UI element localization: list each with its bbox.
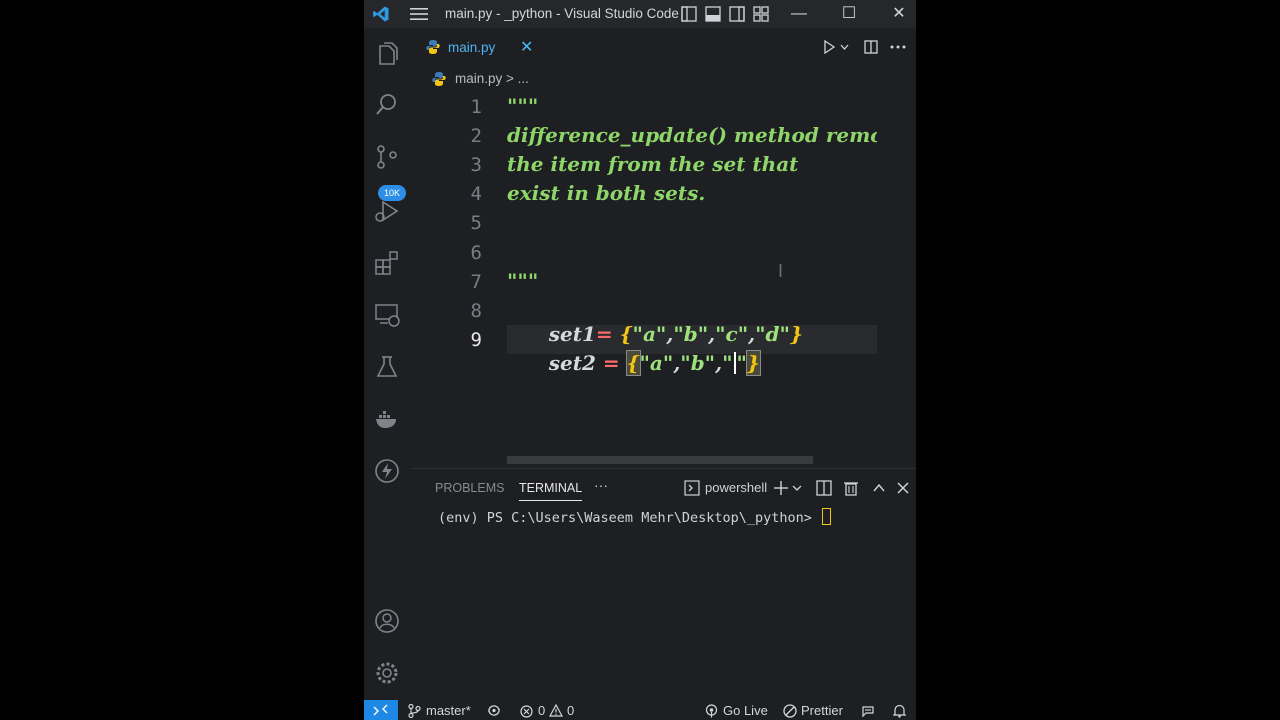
- close-panel-icon[interactable]: [895, 480, 911, 496]
- token-variable: set2: [548, 351, 596, 375]
- python-file-icon: [432, 72, 446, 86]
- breadcrumb-path: main.py > ...: [455, 71, 529, 86]
- testing-icon[interactable]: [374, 354, 400, 380]
- split-terminal-icon[interactable]: [816, 480, 832, 496]
- maximize-button[interactable]: ☐: [839, 4, 859, 24]
- broadcast-icon: [705, 704, 718, 718]
- code-line-9: set2 = {"a","b"," "}: [507, 327, 761, 399]
- text-cursor: [733, 352, 736, 374]
- terminal-cursor: [822, 508, 832, 525]
- error-icon: [520, 705, 533, 718]
- vscode-logo-icon: [373, 6, 389, 22]
- breadcrumb-separator: >: [502, 71, 518, 86]
- settings-gear-icon[interactable]: [374, 660, 400, 686]
- panel-more-button[interactable]: ···: [594, 477, 608, 493]
- new-terminal-plus-icon[interactable]: [773, 480, 789, 496]
- breadcrumb-file[interactable]: main.py: [455, 71, 502, 86]
- warning-count[interactable]: 0: [567, 703, 574, 718]
- token-brace: }: [789, 322, 803, 346]
- accounts-icon[interactable]: [374, 608, 400, 634]
- line-number: 4: [470, 183, 482, 205]
- terminal-output[interactable]: (env) PS C:\Users\Waseem Mehr\Desktop\_p…: [438, 508, 832, 526]
- line-number-active: 9: [470, 329, 482, 351]
- code-line-2: difference_update() method remo: [507, 123, 877, 147]
- token-string: ": [722, 351, 733, 375]
- tab-problems[interactable]: PROBLEMS: [435, 481, 504, 495]
- token-string: "d": [755, 322, 790, 346]
- terminal-icon: [684, 480, 700, 496]
- vscode-window: main.py - _python - Visual Studio Code —…: [364, 0, 916, 720]
- toggle-primary-sidebar-icon[interactable]: [681, 6, 697, 22]
- docker-icon[interactable]: [374, 406, 400, 432]
- line-number: 5: [470, 212, 482, 234]
- token-string: "b": [680, 351, 716, 375]
- status-bar: master* 0 0 Go Live Prettier: [364, 700, 916, 720]
- terminal-dropdown-chevron-icon[interactable]: [792, 480, 802, 496]
- toggle-secondary-sidebar-icon[interactable]: [729, 6, 745, 22]
- run-options-chevron-icon[interactable]: [840, 43, 849, 51]
- source-control-icon[interactable]: [374, 144, 400, 170]
- more-actions-icon[interactable]: [890, 45, 906, 49]
- notifications-bell-icon[interactable]: [893, 704, 906, 718]
- toggle-panel-icon[interactable]: [705, 6, 721, 22]
- line-number: 8: [470, 300, 482, 322]
- thunder-client-icon[interactable]: [374, 458, 400, 484]
- code-line-3: the item from the set that: [507, 152, 799, 176]
- customize-layout-icon[interactable]: [753, 6, 769, 22]
- code-line-1: """: [507, 94, 539, 118]
- code-line-4: exist in both sets.: [507, 181, 706, 205]
- remote-icon: [373, 704, 388, 716]
- token-brace-matched: {: [625, 350, 641, 376]
- terminal-name[interactable]: powershell: [705, 480, 767, 495]
- run-file-icon[interactable]: [822, 40, 836, 54]
- tab-main-py[interactable]: main.py ✕: [410, 28, 546, 64]
- remote-indicator[interactable]: [364, 700, 398, 720]
- breadcrumb-more[interactable]: ...: [518, 71, 529, 86]
- branch-icon: [408, 704, 421, 718]
- terminal-prompt: (env) PS C:\Users\Waseem Mehr\Desktop\_p…: [438, 510, 821, 526]
- line-number: 1: [470, 96, 482, 118]
- code-editor[interactable]: 1 2 3 4 5 6 7 8 9 """ difference_update(…: [410, 94, 916, 464]
- run-debug-icon[interactable]: [374, 198, 400, 224]
- explorer-icon[interactable]: [374, 42, 400, 68]
- tab-close-button[interactable]: ✕: [520, 37, 533, 57]
- sync-icon[interactable]: [486, 704, 502, 717]
- token-string: ": [736, 351, 747, 375]
- error-count[interactable]: 0: [538, 703, 545, 718]
- go-live-button[interactable]: Go Live: [723, 703, 768, 718]
- token-string: "a": [639, 351, 674, 375]
- window-title: main.py - _python - Visual Studio Code: [445, 6, 679, 21]
- extensions-icon[interactable]: [374, 250, 400, 276]
- editor-tabs: main.py ✕: [410, 28, 916, 64]
- token-brace-matched: }: [745, 350, 761, 376]
- mouse-ibeam-icon: I: [778, 261, 784, 281]
- line-number: 2: [470, 125, 482, 147]
- python-file-icon: [426, 40, 440, 54]
- warning-icon: [549, 704, 563, 717]
- git-branch[interactable]: master*: [426, 703, 471, 718]
- prettier-button[interactable]: Prettier: [801, 703, 843, 718]
- search-icon[interactable]: [374, 92, 400, 118]
- feedback-icon[interactable]: [861, 704, 875, 718]
- trash-icon[interactable]: [843, 480, 859, 496]
- close-window-button[interactable]: ✕: [889, 4, 909, 24]
- title-bar: main.py - _python - Visual Studio Code —…: [364, 0, 916, 28]
- line-number: 7: [470, 271, 482, 293]
- line-number: 3: [470, 154, 482, 176]
- horizontal-scrollbar[interactable]: [507, 456, 813, 464]
- tab-label: main.py: [448, 40, 496, 55]
- prettier-disabled-icon: [783, 704, 797, 718]
- line-number: 6: [470, 242, 482, 264]
- menu-icon[interactable]: [410, 7, 428, 21]
- activity-bar: 10K: [364, 28, 410, 700]
- maximize-panel-chevron-up-icon[interactable]: [871, 480, 887, 496]
- token-operator: =: [602, 351, 620, 375]
- code-line-7: """: [507, 269, 539, 293]
- remote-explorer-icon[interactable]: [374, 302, 400, 328]
- split-editor-icon[interactable]: [864, 40, 878, 54]
- minimize-button[interactable]: —: [789, 4, 809, 24]
- tab-terminal[interactable]: TERMINAL: [519, 481, 583, 501]
- bottom-panel: PROBLEMS TERMINAL ··· powershell (env) P…: [410, 468, 916, 701]
